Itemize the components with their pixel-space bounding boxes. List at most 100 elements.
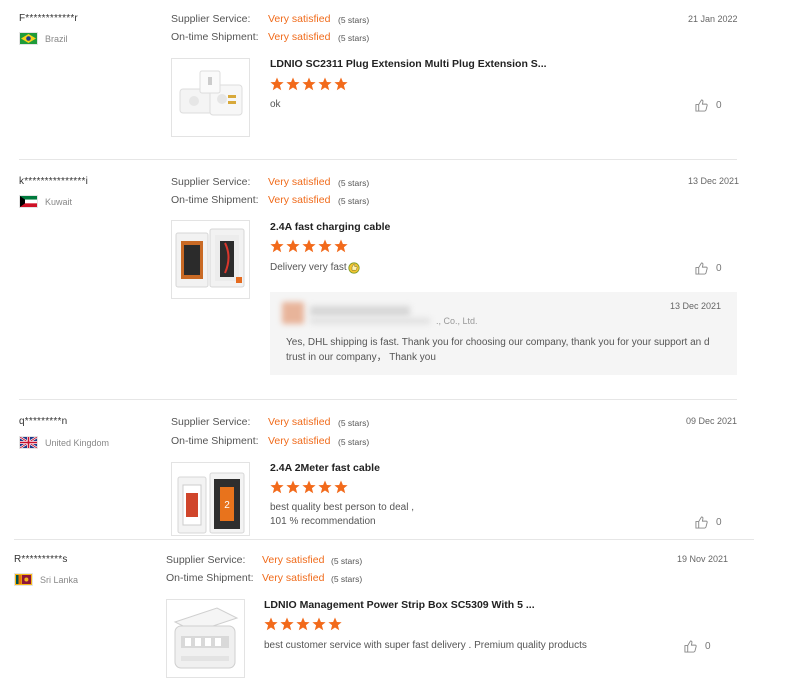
thumbs-up-icon [695, 516, 708, 529]
on-time-shipment-label: On-time Shipment: [171, 194, 259, 206]
product-thumbnail[interactable] [171, 220, 250, 299]
reply-date: 13 Dec 2021 [669, 301, 721, 311]
product-thumbnail[interactable]: 2 [171, 462, 250, 536]
kuwait-flag-icon [19, 195, 38, 208]
star-icon [270, 77, 284, 91]
on-time-shipment-stars: (5 stars) [331, 574, 363, 584]
like-button[interactable]: 0 [695, 516, 722, 529]
review-date: 09 Dec 2021 [686, 416, 738, 426]
review-comment-line: best quality best person to deal , [270, 502, 414, 513]
united-kingdom-flag-icon [19, 436, 38, 449]
review-date: 21 Jan 2022 [688, 14, 738, 24]
buyer-name: q*********n [19, 416, 68, 427]
thumbs-up-icon [695, 262, 708, 275]
supplier-service-label: Supplier Service: [171, 176, 251, 188]
on-time-shipment-label: On-time Shipment: [171, 435, 259, 447]
supplier-service-rating: Very satisfied [268, 176, 331, 188]
review-date: 13 Dec 2021 [688, 176, 740, 186]
supplier-reply: ., Co., Ltd. 13 Dec 2021 Yes, DHL shippi… [270, 292, 737, 375]
star-icon [334, 77, 348, 91]
on-time-shipment-label: On-time Shipment: [171, 31, 259, 43]
product-title-link[interactable]: LDNIO Management Power Strip Box SC5309 … [264, 599, 535, 611]
like-button[interactable]: 0 [695, 262, 722, 275]
review-comment: ok [270, 99, 281, 110]
star-icon [264, 617, 278, 631]
star-icon [302, 77, 316, 91]
supplier-name-redacted [310, 306, 410, 316]
star-icon [318, 239, 332, 253]
star-icon [328, 617, 342, 631]
product-title-link[interactable]: LDNIO SC2311 Plug Extension Multi Plug E… [270, 58, 547, 70]
like-count: 0 [716, 100, 722, 111]
review-stars [270, 480, 348, 494]
review-stars [270, 77, 348, 91]
brazil-flag-icon [19, 32, 38, 45]
supplier-service-rating: Very satisfied [262, 554, 325, 566]
product-title-link[interactable]: 2.4A 2Meter fast cable [270, 462, 380, 474]
review-date: 19 Nov 2021 [677, 554, 729, 564]
star-icon [302, 480, 316, 494]
thumbs-up-icon [695, 99, 708, 112]
country-name: Kuwait [45, 196, 73, 207]
buyer-country: Brazil [19, 32, 68, 45]
supplier-company-suffix: ., Co., Ltd. [436, 316, 478, 326]
on-time-shipment-rating: Very satisfied [268, 435, 331, 447]
on-time-shipment-stars: (5 stars) [338, 437, 370, 447]
product-title-link[interactable]: 2.4A fast charging cable [270, 221, 390, 233]
on-time-shipment-stars: (5 stars) [338, 196, 370, 206]
star-icon [280, 617, 294, 631]
supplier-service-rating: Very satisfied [268, 13, 331, 25]
buyer-country: Kuwait [19, 195, 72, 208]
supplier-avatar [282, 302, 304, 324]
like-button[interactable]: 0 [695, 99, 722, 112]
on-time-shipment-stars: (5 stars) [338, 33, 370, 43]
like-count: 0 [705, 641, 711, 652]
buyer-country: Sri Lanka [14, 573, 78, 586]
supplier-service-rating: Very satisfied [268, 416, 331, 428]
star-icon [286, 480, 300, 494]
like-count: 0 [716, 263, 722, 274]
on-time-shipment-rating: Very satisfied [268, 194, 331, 206]
thumbs-up-emoji-icon [348, 262, 360, 274]
on-time-shipment-rating: Very satisfied [262, 572, 325, 584]
star-icon [334, 239, 348, 253]
review-comment-line: 101 % recommendation [270, 516, 376, 527]
like-button[interactable]: 0 [684, 640, 711, 653]
like-count: 0 [716, 517, 722, 528]
review-comment: Delivery very fast [270, 261, 360, 275]
star-icon [270, 239, 284, 253]
review-item: q*********n United Kingdom Supplier Serv… [0, 400, 791, 540]
review-stars [264, 617, 342, 631]
supplier-name-redacted-2 [310, 318, 430, 324]
review-item: R**********s Sri Lanka Supplier Service:… [0, 540, 791, 689]
star-icon [334, 480, 348, 494]
star-icon [286, 77, 300, 91]
supplier-service-stars: (5 stars) [338, 178, 370, 188]
review-comment: best quality best person to deal , 101 %… [270, 501, 414, 529]
on-time-shipment-label: On-time Shipment: [166, 572, 254, 584]
star-icon [296, 617, 310, 631]
buyer-name: F************r [19, 13, 78, 24]
review-stars [270, 239, 348, 253]
supplier-service-stars: (5 stars) [338, 15, 370, 25]
supplier-service-stars: (5 stars) [338, 418, 370, 428]
product-thumbnail[interactable] [166, 599, 245, 678]
buyer-name: k***************i [19, 176, 88, 187]
sri-lanka-flag-icon [14, 573, 33, 586]
star-icon [312, 617, 326, 631]
review-item: F************r Brazil Supplier Service: … [0, 0, 791, 160]
product-thumbnail[interactable] [171, 58, 250, 137]
star-icon [302, 239, 316, 253]
svg-text:2: 2 [224, 500, 230, 511]
supplier-service-label: Supplier Service: [171, 416, 251, 428]
country-name: Sri Lanka [40, 574, 79, 585]
reply-text: Yes, DHL shipping is fast. Thank you for… [286, 337, 710, 363]
country-name: Brazil [45, 33, 68, 44]
supplier-service-stars: (5 stars) [331, 556, 363, 566]
review-item: k***************i Kuwait Supplier Servic… [0, 160, 791, 400]
supplier-service-label: Supplier Service: [171, 13, 251, 25]
review-comment: best customer service with super fast de… [264, 640, 587, 651]
star-icon [286, 239, 300, 253]
buyer-name: R**********s [14, 554, 68, 565]
star-icon [318, 480, 332, 494]
